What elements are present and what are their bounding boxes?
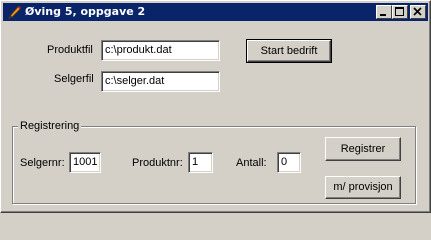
selgernr-label: Selgernr: <box>20 157 65 169</box>
app-window: Øving 5, oppgave 2 Produktfil c:\produkt… <box>0 0 431 213</box>
pen-app-icon[interactable] <box>6 4 22 20</box>
selgerfil-field[interactable]: c:\selger.dat <box>101 71 220 92</box>
maximize-icon <box>395 7 404 16</box>
selgerfil-label: Selgerfil <box>54 73 94 85</box>
provisjon-button[interactable]: m/ provisjon <box>325 176 401 199</box>
produktnr-label: Produktnr: <box>132 157 183 169</box>
produktnr-field[interactable]: 1 <box>188 152 213 173</box>
produktfil-field[interactable]: c:\produkt.dat <box>101 40 220 61</box>
antall-label: Antall: <box>236 157 267 169</box>
antall-field[interactable]: 0 <box>277 152 301 173</box>
produktfil-label: Produktfil <box>47 44 93 56</box>
minimize-button[interactable] <box>376 5 392 19</box>
registrering-group-label: Registrering <box>18 120 82 132</box>
title-bar[interactable]: Øving 5, oppgave 2 <box>3 3 428 21</box>
window-title: Øving 5, oppgave 2 <box>25 5 146 18</box>
close-icon <box>413 7 422 16</box>
minimize-icon <box>380 14 386 16</box>
selgernr-field[interactable]: 1001 <box>69 152 101 173</box>
maximize-button[interactable] <box>392 5 408 19</box>
registrer-button[interactable]: Registrer <box>325 137 401 161</box>
start-bedrift-button[interactable]: Start bedrift <box>246 39 332 63</box>
close-button[interactable] <box>410 5 426 19</box>
